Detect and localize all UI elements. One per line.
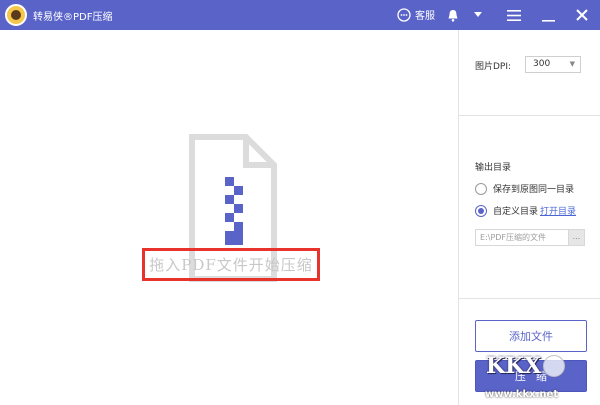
radio-custom-dir-label: 自定义目录 [493,207,539,217]
minimize-icon[interactable] [539,6,557,24]
app-logo-icon [5,4,27,26]
chat-bubble-icon [397,7,411,22]
divider [459,115,600,116]
menu-icon[interactable] [505,6,523,24]
radio-button-checked-icon[interactable] [475,204,487,217]
close-icon[interactable] [573,6,591,24]
add-file-button[interactable]: 添加文件 [475,320,587,352]
radio-same-dir-label: 保存到原图同一目录 [493,185,575,195]
file-drop-area[interactable] [0,30,458,405]
dpi-select[interactable]: 300 ▼ [525,56,581,73]
watermark-logo: KKX [486,353,566,379]
watermark-url: www.kkx.net [485,389,559,400]
watermark-circle-icon [543,355,566,377]
radio-custom-dir[interactable]: 自定义目录 打开目录 [475,204,576,217]
drop-hint-label: 拖入PDF文件开始压缩 [149,256,313,274]
title-bar: 转易侠®PDF压缩 客服 [0,0,600,30]
output-path-field[interactable]: E:\PDF压缩的文件 ... [475,229,585,246]
open-dir-link[interactable]: 打开目录 [540,204,576,217]
browse-button[interactable]: ... [568,230,584,245]
chevron-down-icon: ▼ [569,60,575,68]
dpi-value: 300 [533,59,551,69]
dpi-label: 图片DPI: [475,62,512,72]
radio-same-dir[interactable]: 保存到原图同一目录 [475,182,574,195]
output-dir-title: 输出目录 [475,163,512,173]
output-path-value: E:\PDF压缩的文件 [480,233,547,242]
dropdown-caret-icon[interactable] [469,6,487,24]
watermark-logo-text: KKX [486,353,542,379]
divider [459,298,600,299]
app-title: 转易侠®PDF压缩 [33,12,113,23]
customer-service-button[interactable]: 客服 [397,7,435,22]
settings-panel: 图片DPI: 300 ▼ 输出目录 保存到原图同一目录 自定义目录 打开目录 E… [458,30,600,405]
drop-hint-box: 拖入PDF文件开始压缩 [142,248,320,281]
customer-service-label: 客服 [415,11,435,22]
notification-bell-icon[interactable] [444,6,462,24]
radio-button-icon[interactable] [475,182,487,195]
